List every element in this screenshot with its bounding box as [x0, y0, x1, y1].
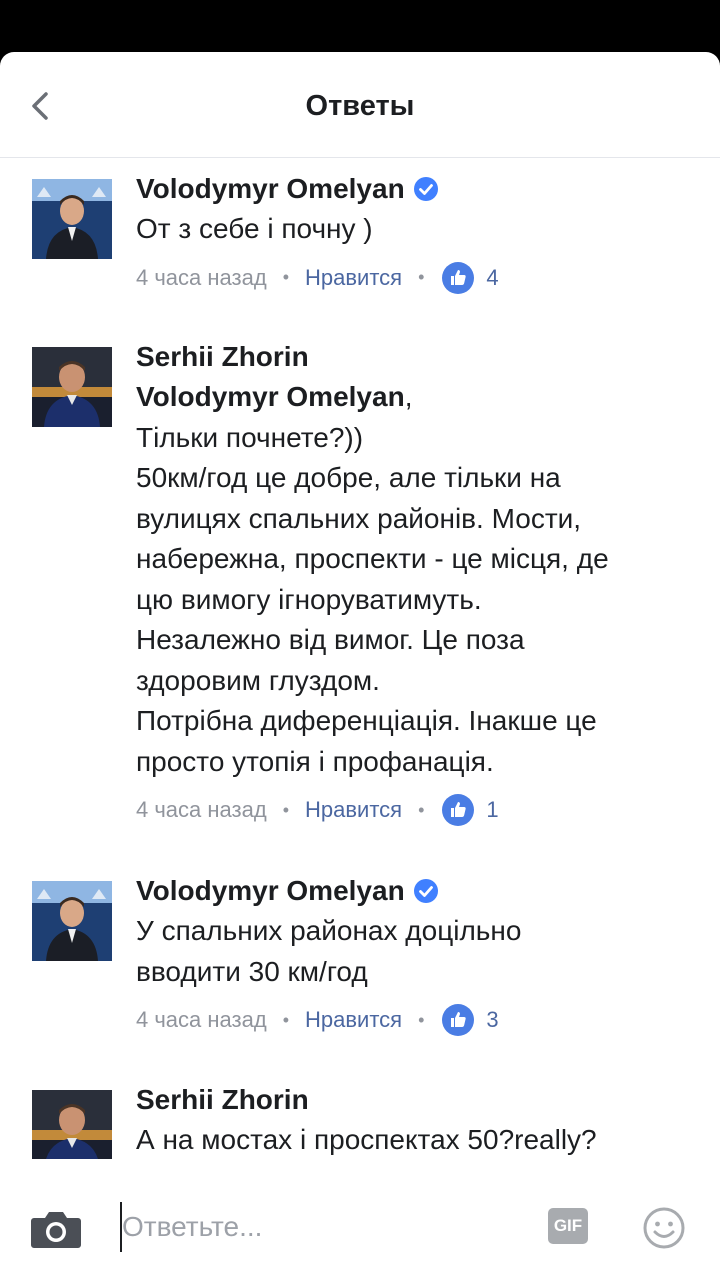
like-count[interactable]: 1: [486, 797, 498, 823]
avatar-volodymyr[interactable]: [32, 179, 112, 259]
like-count[interactable]: 4: [486, 265, 498, 291]
comment-line: 50км/год це добре, але тільки на: [136, 462, 561, 493]
emoji-button[interactable]: [642, 1206, 686, 1250]
mention-line: Volodymyr Omelyan,: [136, 377, 696, 418]
comment-content: Serhii Zhorin Volodymyr Omelyan, Тільки …: [136, 337, 696, 832]
comment-line: набережна, проспекти - це місця, де: [136, 543, 609, 574]
comment-text: У спальних районах доцільно вводити 30 к…: [136, 911, 696, 992]
author-label[interactable]: Volodymyr Omelyan: [136, 169, 405, 209]
separator-dot: •: [282, 267, 290, 287]
comment-line: цю вимогу ігноруватимуть.: [136, 583, 482, 615]
comment-text: А на мостах і проспектах 50?really?: [136, 1120, 696, 1159]
separator-dot: •: [282, 1009, 290, 1030]
comment-content: Serhii Zhorin А на мостах і проспектах 5…: [136, 1080, 696, 1159]
timestamp[interactable]: 4 часа назад: [136, 1007, 267, 1033]
thumbs-up-icon[interactable]: [442, 794, 475, 826]
like-button[interactable]: Нравится: [305, 1007, 402, 1033]
emoji-icon: [643, 1207, 685, 1249]
camera-icon: [31, 1212, 81, 1248]
separator-dot: •: [418, 799, 425, 820]
comment-line: От з себе і почну ): [136, 213, 373, 244]
replies-sheet: Ответы Volodymyr Omelyan От з себе і поч…: [0, 52, 720, 1280]
avatar-volodymyr[interactable]: [32, 881, 112, 961]
comment-meta: 4 часа назад • Нравится • 4: [136, 256, 696, 300]
comment-line: Потрібна диференціація. Інакше це: [136, 705, 597, 736]
comment-line: просто утопія і профанація.: [136, 745, 494, 777]
page-title: Ответы: [305, 90, 415, 122]
comment-content: Volodymyr Omelyan У спальних районах доц…: [136, 871, 696, 1042]
reply-input[interactable]: [120, 1202, 520, 1252]
mention-link[interactable]: Volodymyr Omelyan: [136, 381, 405, 412]
camera-button[interactable]: [30, 1208, 82, 1250]
gif-button[interactable]: GIF: [548, 1208, 588, 1244]
avatar-image: [32, 1090, 112, 1159]
comment-line: Незалежно від вимог. Це поза: [136, 624, 525, 655]
comment-text: Volodymyr Omelyan, Тільки почнете?)) 50к…: [136, 377, 696, 782]
author-name[interactable]: Serhii Zhorin: [136, 1080, 696, 1120]
mention-suffix: ,: [404, 381, 413, 412]
reply-composer: GIF: [0, 1176, 720, 1280]
comment-line: вулицях спальних районів. Мости,: [136, 502, 582, 534]
avatar-image: [32, 179, 112, 259]
status-bar: [0, 0, 720, 48]
comment-text: От з себе і почну ): [136, 209, 696, 250]
author-name[interactable]: Volodymyr Omelyan: [136, 871, 696, 911]
comment-content: Volodymyr Omelyan От з себе і почну ) 4 …: [136, 169, 696, 300]
author-label[interactable]: Volodymyr Omelyan: [136, 871, 405, 911]
comment-meta: 4 часа назад • Нравится • 3: [136, 998, 696, 1042]
author-label[interactable]: Serhii Zhorin: [136, 1080, 309, 1120]
separator-dot: •: [418, 1009, 425, 1030]
comment-line: Тільки почнете?)): [136, 421, 364, 453]
comment-line: здоровим глуздом.: [136, 664, 380, 696]
comment-line: вводити 30 км/год: [136, 955, 368, 987]
timestamp[interactable]: 4 часа назад: [136, 265, 267, 291]
avatar-image: [32, 347, 112, 427]
separator-dot: •: [282, 799, 290, 820]
comment-list: Volodymyr Omelyan От з себе і почну ) 4 …: [0, 159, 720, 1159]
like-count[interactable]: 3: [486, 1007, 498, 1033]
like-button[interactable]: Нравится: [305, 797, 402, 823]
comment-line: У спальних районах доцільно: [136, 915, 522, 946]
timestamp[interactable]: 4 часа назад: [136, 797, 267, 823]
verified-badge-icon: [413, 176, 439, 202]
verified-badge-icon: [413, 878, 439, 904]
thumbs-up-icon[interactable]: [442, 261, 475, 294]
thumbs-up-icon[interactable]: [442, 1004, 475, 1036]
like-button[interactable]: Нравится: [305, 265, 402, 291]
header: Ответы: [0, 52, 720, 158]
avatar-image: [32, 881, 112, 961]
author-label[interactable]: Serhii Zhorin: [136, 337, 309, 377]
author-name[interactable]: Serhii Zhorin: [136, 337, 696, 377]
comment-line: А на мостах і проспектах 50?really?: [136, 1124, 597, 1155]
avatar-serhii[interactable]: [32, 1090, 112, 1159]
author-name[interactable]: Volodymyr Omelyan: [136, 169, 696, 209]
comment-meta: 4 часа назад • Нравится • 1: [136, 788, 696, 832]
avatar-serhii[interactable]: [32, 347, 112, 427]
separator-dot: •: [418, 267, 425, 287]
